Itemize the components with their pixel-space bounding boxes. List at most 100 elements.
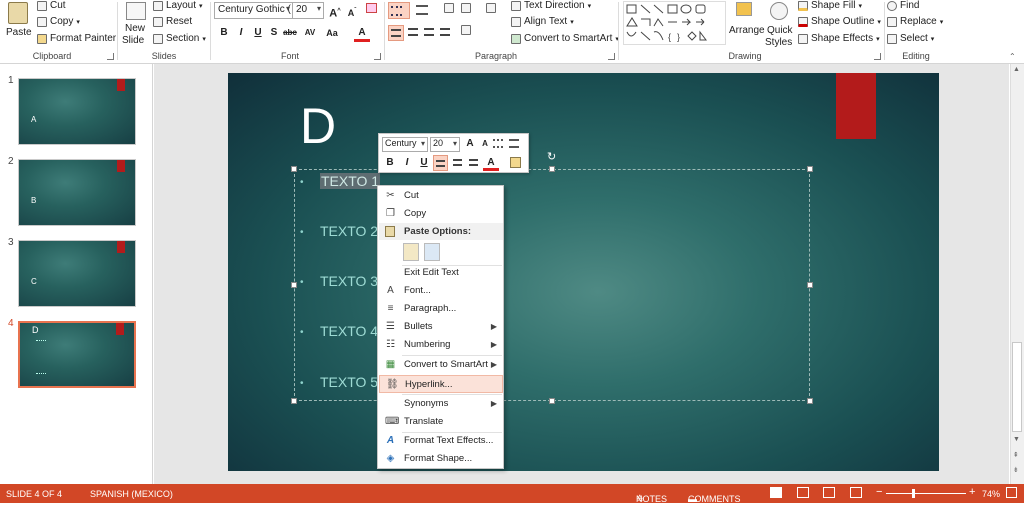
menu-item-synonyms[interactable]: Synonyms ▶ — [379, 395, 503, 413]
resize-handle[interactable] — [807, 398, 813, 404]
select-button[interactable]: Select ▾ — [887, 33, 934, 44]
font-name-combo[interactable]: Century Gothic (▾ — [214, 2, 293, 19]
arrange-button[interactable]: Arrange — [729, 1, 765, 47]
find-button[interactable]: Find — [887, 0, 919, 11]
font-color-button[interactable]: A — [354, 25, 370, 42]
resize-handle[interactable] — [549, 166, 555, 172]
menu-item-convert-smartart[interactable]: ▦ Convert to SmartArt ▶ — [379, 356, 503, 374]
shape-outline-button[interactable]: Shape Outline ▾ — [798, 16, 881, 27]
slide-thumbnail-4[interactable]: D — [18, 321, 136, 388]
scrollbar-thumb[interactable] — [1012, 342, 1022, 432]
shape-fill-button[interactable]: Shape Fill ▾ — [798, 0, 862, 11]
align-right-button[interactable] — [421, 25, 437, 41]
menu-item-paragraph[interactable]: ≡ Paragraph... — [379, 300, 503, 318]
menu-item-translate[interactable]: ⌨ Translate — [379, 413, 503, 431]
align-center-button[interactable] — [405, 25, 421, 41]
section-button[interactable]: Section ▾ — [153, 33, 206, 44]
new-slide-button[interactable]: New Slide — [121, 2, 151, 48]
shadow-button[interactable]: S — [266, 25, 282, 41]
shapes-gallery[interactable]: {} — [623, 1, 726, 45]
mini-italic-button[interactable]: I — [399, 155, 415, 171]
menu-item-copy[interactable]: ❐ Copy — [379, 205, 503, 223]
menu-item-exit-edit-text[interactable]: Exit Edit Text — [379, 264, 503, 282]
slide-thumbnail-1[interactable]: A — [18, 78, 136, 145]
mini-size-combo[interactable]: 20 ▾ — [430, 137, 460, 152]
menu-item-bullets[interactable]: ☰ Bullets ▶ — [379, 318, 503, 336]
clear-format-button[interactable] — [363, 3, 379, 19]
resize-handle[interactable] — [291, 282, 297, 288]
mini-font-combo[interactable]: Century ▾ — [382, 137, 428, 152]
slide-thumbnail-3[interactable]: C — [18, 240, 136, 307]
fit-slide-icon[interactable] — [1006, 487, 1017, 498]
resize-handle[interactable] — [291, 166, 297, 172]
font-launcher[interactable] — [374, 53, 381, 60]
bullet-text-2[interactable]: TEXTO 2 — [320, 223, 378, 239]
convert-smartart-button[interactable]: Convert to SmartArt▾ — [511, 33, 619, 44]
mini-format-painter-icon[interactable] — [510, 157, 521, 168]
cut-button[interactable]: Cut — [37, 0, 66, 11]
replace-button[interactable]: Replace ▾ — [887, 16, 943, 27]
zoom-out-button[interactable]: − — [876, 486, 882, 498]
zoom-level[interactable]: 74% — [982, 489, 1000, 499]
menu-item-numbering[interactable]: ☷ Numbering ▶ — [379, 336, 503, 354]
shrink-font-button[interactable]: Aˇ — [344, 3, 360, 19]
italic-button[interactable]: I — [233, 25, 249, 41]
shape-effects-button[interactable]: Shape Effects ▾ — [798, 33, 880, 44]
grow-font-button[interactable]: A^ — [327, 3, 343, 20]
bullet-text-3[interactable]: TEXTO 3 — [320, 273, 378, 289]
resize-handle[interactable] — [291, 398, 297, 404]
copy-button[interactable]: Copy ▾ — [37, 16, 80, 27]
mini-shrink-font-button[interactable]: A — [477, 136, 493, 152]
menu-item-font[interactable]: A Font... — [379, 282, 503, 300]
paste-button[interactable]: Paste — [4, 2, 32, 46]
mini-align-left-button[interactable] — [433, 155, 448, 171]
resize-handle[interactable] — [807, 282, 813, 288]
zoom-in-button[interactable]: + — [969, 486, 975, 498]
clipboard-launcher[interactable] — [107, 53, 114, 60]
resize-handle[interactable] — [807, 166, 813, 172]
strikethrough-button[interactable]: abc — [282, 25, 298, 41]
numbering-button[interactable] — [414, 3, 436, 18]
collapse-ribbon-button[interactable]: ⌃ — [1009, 52, 1016, 61]
paragraph-launcher[interactable] — [608, 53, 615, 60]
bullet-text-5[interactable]: TEXTO 5 — [320, 374, 378, 390]
increase-indent-button[interactable] — [461, 3, 475, 18]
align-text-button[interactable]: Align Text ▾ — [511, 16, 574, 27]
scroll-up-icon[interactable]: ▲ — [1013, 66, 1020, 73]
mini-bold-button[interactable]: B — [382, 155, 398, 171]
next-slide-icon[interactable]: ⇟ — [1013, 466, 1019, 474]
menu-item-hyperlink[interactable]: ⛓ Hyperlink... — [379, 375, 503, 393]
paste-picture-option[interactable] — [424, 243, 440, 261]
decrease-indent-button[interactable] — [444, 3, 458, 18]
zoom-slider-thumb[interactable] — [912, 489, 915, 498]
columns-button[interactable] — [461, 25, 483, 41]
bullets-button[interactable] — [388, 2, 410, 19]
line-spacing-button[interactable] — [486, 3, 504, 18]
drawing-launcher[interactable] — [874, 53, 881, 60]
menu-item-format-shape[interactable]: ◈ Format Shape... — [379, 450, 503, 468]
menu-item-format-text-effects[interactable]: A Format Text Effects... — [379, 432, 503, 450]
quick-styles-button[interactable]: Quick Styles — [764, 1, 796, 49]
reading-view-icon[interactable] — [823, 487, 835, 498]
language-indicator[interactable]: SPANISH (MEXICO) — [90, 489, 173, 499]
mini-numbering-icon[interactable] — [509, 139, 519, 148]
slideshow-view-icon[interactable] — [850, 487, 862, 498]
slide-title[interactable]: D — [300, 97, 336, 155]
normal-view-icon[interactable] — [770, 487, 782, 498]
change-case-button[interactable]: Aa — [324, 25, 340, 41]
layout-button[interactable]: Layout ▾ — [153, 0, 203, 11]
scroll-down-icon[interactable]: ▼ — [1013, 436, 1020, 443]
mini-grow-font-button[interactable]: A — [462, 136, 478, 152]
text-direction-button[interactable]: Text Direction ▾ — [511, 0, 591, 11]
underline-button[interactable]: U — [250, 25, 266, 41]
paste-keep-text-option[interactable] — [403, 243, 419, 261]
selected-text[interactable]: TEXTO 1 — [320, 173, 381, 189]
prev-slide-icon[interactable]: ⇞ — [1013, 451, 1019, 459]
zoom-slider-track[interactable] — [886, 493, 966, 494]
mini-underline-button[interactable]: U — [416, 155, 432, 171]
rotate-handle-icon[interactable]: ↻ — [547, 150, 556, 163]
resize-handle[interactable] — [549, 398, 555, 404]
mini-align-center-button[interactable] — [450, 155, 465, 171]
bold-button[interactable]: B — [216, 25, 232, 41]
slide-thumbnail-2[interactable]: B — [18, 159, 136, 226]
